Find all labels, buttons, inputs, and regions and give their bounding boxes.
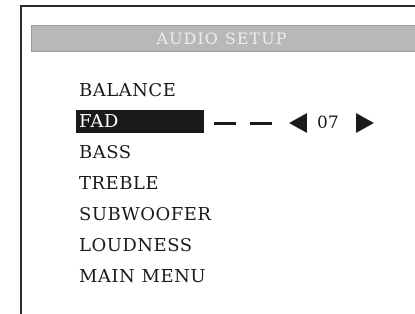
fad-adjust-control: 07 bbox=[214, 111, 415, 135]
audio-setup-screen: AUDIO SETUP BALANCE FAD BASS TREBLE SUBW… bbox=[20, 5, 415, 314]
connector-dash bbox=[214, 122, 236, 125]
triangle-left-icon[interactable] bbox=[289, 113, 307, 133]
menu-item-label: SUBWOOFER bbox=[79, 204, 212, 225]
menu-item-loudness[interactable]: LOUDNESS bbox=[76, 234, 216, 265]
menu-item-treble[interactable]: TREBLE bbox=[76, 172, 216, 203]
menu-item-balance[interactable]: BALANCE bbox=[76, 79, 216, 110]
menu-item-subwoofer[interactable]: SUBWOOFER bbox=[76, 203, 216, 234]
triangle-right-icon[interactable] bbox=[356, 113, 374, 133]
menu-item-main-menu[interactable]: MAIN MENU bbox=[76, 265, 216, 296]
menu-item-label: BASS bbox=[79, 142, 132, 163]
menu-item-fad[interactable]: FAD bbox=[76, 110, 216, 141]
title-bar: AUDIO SETUP bbox=[31, 25, 415, 52]
fad-value: 07 bbox=[317, 113, 339, 133]
menu-item-label: TREBLE bbox=[79, 173, 160, 194]
menu-item-label: BALANCE bbox=[79, 80, 177, 101]
menu-item-label: LOUDNESS bbox=[79, 235, 193, 256]
menu-item-label: FAD bbox=[76, 110, 204, 133]
menu-item-bass[interactable]: BASS bbox=[76, 141, 216, 172]
page-title: AUDIO SETUP bbox=[156, 29, 288, 48]
menu-item-label: MAIN MENU bbox=[79, 266, 207, 287]
audio-setup-menu: BALANCE FAD BASS TREBLE SUBWOOFER LOUDNE… bbox=[76, 79, 216, 296]
connector-dash bbox=[250, 122, 272, 125]
